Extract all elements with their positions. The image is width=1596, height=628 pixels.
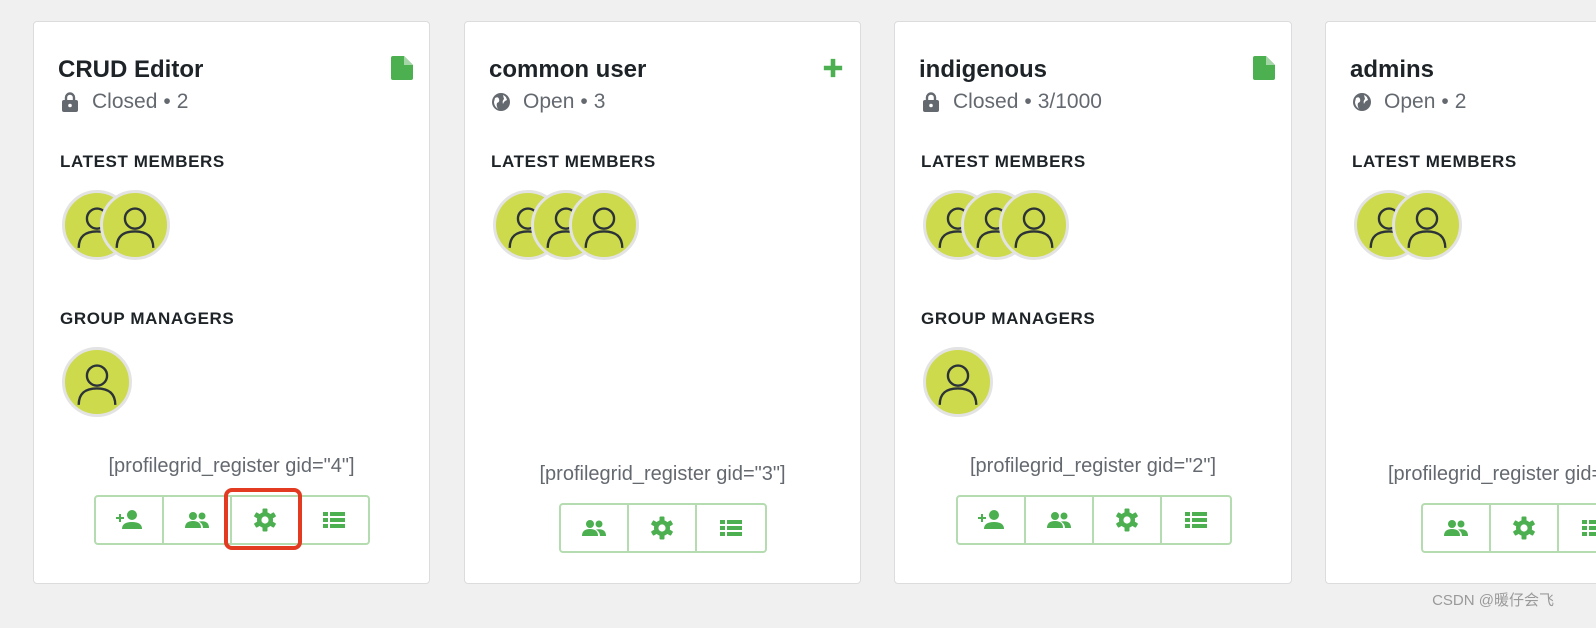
group-title[interactable]: indigenous [919, 56, 1047, 84]
latest-members-heading: LATEST MEMBERS [1352, 152, 1517, 171]
members-icon [184, 507, 210, 533]
group-status: Open • 2 [1352, 90, 1466, 114]
group-status: Open • 3 [491, 90, 605, 114]
members-button[interactable] [561, 505, 629, 551]
group-actions [559, 503, 767, 553]
members-button[interactable] [1423, 505, 1491, 551]
fields-button[interactable] [300, 497, 368, 543]
group-title[interactable]: admins [1350, 56, 1434, 84]
status-text: Open [1384, 90, 1436, 113]
plus-icon[interactable] [822, 56, 844, 80]
group-card-admins: admins Open • 2 LATEST MEMBERS [profileg… [1325, 21, 1596, 584]
gear-icon [1511, 515, 1537, 541]
group-managers-heading: GROUP MANAGERS [921, 309, 1096, 328]
lock-icon [921, 92, 941, 112]
list-icon [718, 515, 744, 541]
globe-icon [1352, 92, 1372, 112]
latest-members-heading: LATEST MEMBERS [491, 152, 656, 171]
separator-dot: • [163, 90, 171, 113]
separator-dot: • [1441, 90, 1449, 113]
list-icon [1183, 507, 1209, 533]
group-card-crud-editor: CRUD Editor Closed • 2 LATEST MEMBERS GR… [33, 21, 430, 584]
gear-icon [252, 507, 278, 533]
document-icon[interactable] [1253, 56, 1275, 80]
group-actions [956, 495, 1232, 545]
settings-button[interactable] [629, 505, 697, 551]
add-user-icon [116, 507, 142, 533]
user-avatar-icon[interactable] [100, 190, 170, 260]
add-user-button[interactable] [958, 497, 1026, 543]
group-status: Closed • 2 [60, 90, 188, 114]
settings-button[interactable] [1094, 497, 1162, 543]
group-title[interactable]: CRUD Editor [58, 56, 203, 84]
members-icon [1443, 515, 1469, 541]
user-avatar-icon[interactable] [999, 190, 1069, 260]
registration-shortcode: [profilegrid_register gid="3"] [539, 463, 786, 485]
latest-members-heading: LATEST MEMBERS [921, 152, 1086, 171]
user-avatar-icon[interactable] [1392, 190, 1462, 260]
member-count: 2 [1454, 90, 1467, 113]
group-card-common-user: common user Open • 3 LATEST MEMBERS [pro… [464, 21, 861, 584]
globe-icon [491, 92, 511, 112]
fields-button[interactable] [1162, 497, 1230, 543]
add-user-icon [978, 507, 1004, 533]
add-user-button[interactable] [96, 497, 164, 543]
user-avatar-icon[interactable] [923, 347, 993, 417]
user-avatar-icon[interactable] [62, 347, 132, 417]
group-managers-heading: GROUP MANAGERS [60, 309, 235, 328]
fields-button[interactable] [697, 505, 765, 551]
member-count: 3/1000 [1037, 90, 1102, 113]
members-icon [1046, 507, 1072, 533]
member-count: 3 [593, 90, 606, 113]
group-card-indigenous: indigenous Closed • 3/1000 LATEST MEMBER… [894, 21, 1292, 584]
separator-dot: • [1024, 90, 1032, 113]
gear-icon [1114, 507, 1140, 533]
members-icon [581, 515, 607, 541]
group-title[interactable]: common user [489, 56, 646, 84]
registration-shortcode: [profilegrid_register gid="1"] [1388, 463, 1596, 485]
registration-shortcode: [profilegrid_register gid="4"] [108, 455, 355, 477]
user-avatar-icon[interactable] [569, 190, 639, 260]
members-button[interactable] [164, 497, 232, 543]
group-status: Closed • 3/1000 [921, 90, 1102, 114]
registration-shortcode: [profilegrid_register gid="2"] [970, 455, 1216, 477]
list-icon [321, 507, 347, 533]
gear-icon [649, 515, 675, 541]
fields-button[interactable] [1559, 505, 1596, 551]
group-actions [1421, 503, 1596, 553]
status-text: Open [523, 90, 575, 113]
document-icon[interactable] [391, 56, 413, 80]
lock-icon [60, 92, 80, 112]
member-count: 2 [176, 90, 189, 113]
status-text: Closed [953, 90, 1019, 113]
latest-members-heading: LATEST MEMBERS [60, 152, 225, 171]
members-button[interactable] [1026, 497, 1094, 543]
settings-button[interactable] [224, 488, 302, 550]
group-actions [94, 488, 370, 550]
status-text: Closed [92, 90, 158, 113]
separator-dot: • [580, 90, 588, 113]
watermark: CSDN @暖仔会飞 [1432, 592, 1554, 609]
list-icon [1580, 515, 1596, 541]
settings-button[interactable] [1491, 505, 1559, 551]
